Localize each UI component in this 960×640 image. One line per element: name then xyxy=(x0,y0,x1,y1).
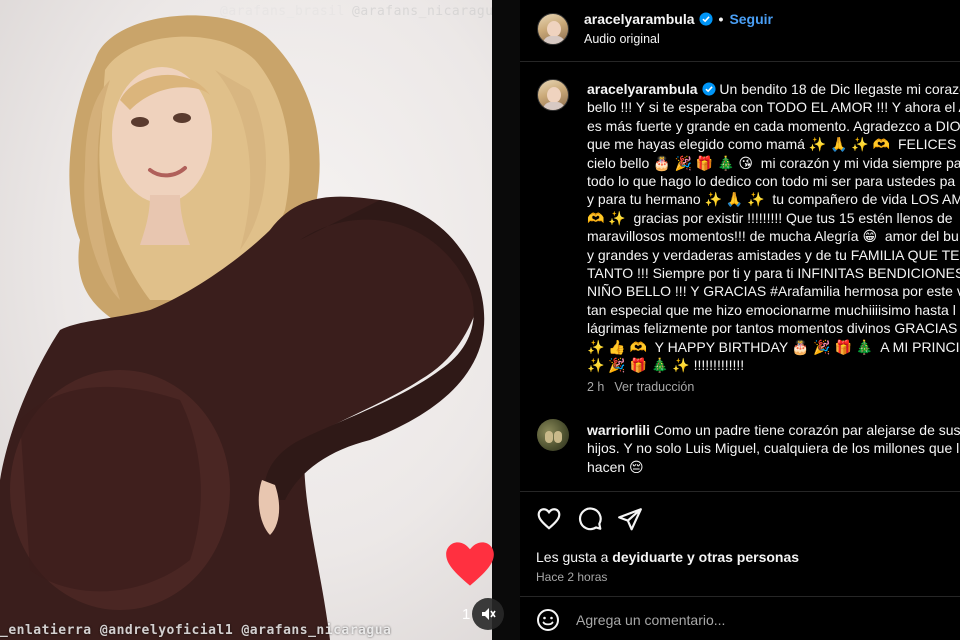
emoji-icon[interactable] xyxy=(536,608,560,632)
comments-section[interactable]: aracelyarambula Un bendito 18 de Dic lle… xyxy=(520,63,960,491)
post-photo: @arafans_brasil @arafans_nicaragua _enla… xyxy=(0,0,492,640)
share-icon[interactable] xyxy=(617,506,643,532)
avatar[interactable] xyxy=(537,13,569,45)
header-username[interactable]: aracelyarambula xyxy=(584,11,695,27)
page-indicator: 1 xyxy=(462,606,471,623)
caption-meta: 2 h Ver traducción xyxy=(587,380,694,394)
watermark-top: @arafans_nicaragua xyxy=(352,4,492,19)
actions-bar: Les gusta a deyiduarte y otras personas … xyxy=(520,491,960,596)
post-panel: aracelyarambula • Seguir Audio original ar… xyxy=(520,0,960,640)
photo-illustration xyxy=(0,15,485,640)
comment-avatar[interactable] xyxy=(537,419,569,451)
likes-others[interactable]: y otras personas xyxy=(683,549,799,565)
add-comment-bar xyxy=(520,596,960,640)
mute-button[interactable] xyxy=(472,598,504,630)
mute-icon xyxy=(482,608,496,620)
watermark-bottom: _enlatierra @andrelyoficial1 @arafans_ni… xyxy=(0,623,392,638)
heart-icon[interactable] xyxy=(536,506,562,532)
caption-age: 2 h xyxy=(587,380,605,394)
post-timestamp[interactable]: Hace 2 horas xyxy=(536,570,607,584)
post-media[interactable]: @arafans_brasil @arafans_nicaragua _enla… xyxy=(0,0,520,640)
comment-icon[interactable] xyxy=(577,506,603,532)
caption-avatar[interactable] xyxy=(537,79,569,111)
separator-dot: • xyxy=(718,11,724,27)
likes-prefix: Les gusta a xyxy=(536,549,613,565)
post-header: aracelyarambula • Seguir Audio original xyxy=(520,0,960,62)
caption-text: Un bendito 18 de Dic llegaste mi corazón… xyxy=(587,81,960,374)
heart-icon xyxy=(446,542,494,586)
comment-username[interactable]: warriorlili xyxy=(587,422,650,438)
verified-badge-icon xyxy=(698,12,713,26)
verified-badge-icon xyxy=(701,82,716,96)
comment-input[interactable] xyxy=(576,609,946,631)
caption-username[interactable]: aracelyarambula xyxy=(587,81,698,97)
follow-button[interactable]: Seguir xyxy=(729,11,773,27)
translate-link[interactable]: Ver traducción xyxy=(614,380,694,394)
audio-label[interactable]: Audio original xyxy=(584,32,660,46)
likes-user[interactable]: deyiduarte xyxy=(612,549,683,565)
watermark-top-faint: @arafans_brasil xyxy=(220,4,345,19)
likes-text: Les gusta a deyiduarte y otras personas xyxy=(536,549,799,565)
